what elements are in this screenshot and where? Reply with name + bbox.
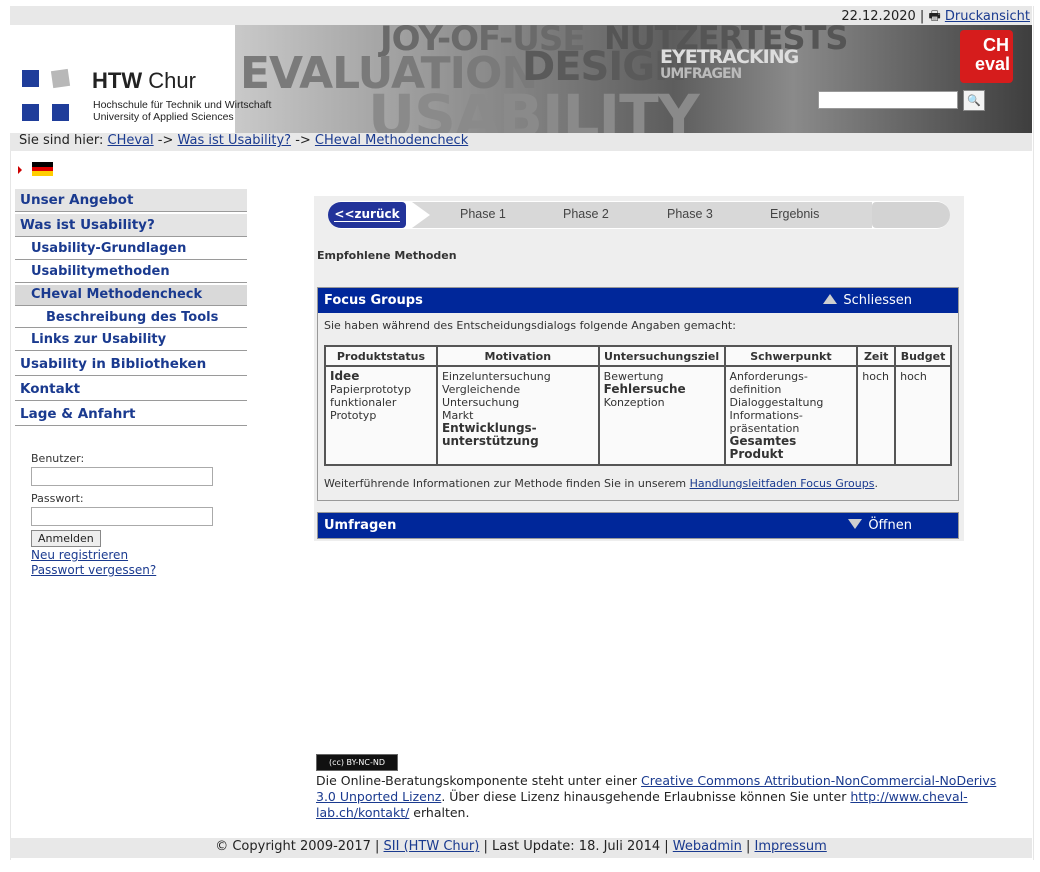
username-label: Benutzer: xyxy=(31,452,85,465)
breadcrumb-item[interactable]: Was ist Usability? xyxy=(178,133,292,148)
banner-word-eyetracking: EYETRACKING xyxy=(660,46,799,68)
impressum-link[interactable]: Impressum xyxy=(755,839,827,854)
panel-header[interactable]: Umfragen Öffnen xyxy=(318,513,958,538)
breadcrumb: Sie sind hier: CHeval -> Was ist Usabili… xyxy=(10,133,1032,151)
search-icon[interactable]: 🔍 xyxy=(963,90,985,111)
triangle-up-icon xyxy=(823,294,838,304)
panel-header[interactable]: Focus Groups Schliessen xyxy=(318,288,958,313)
copyright-text: © Copyright 2009-2017 | xyxy=(215,839,380,854)
panel-body: Sie haben während des Entscheidungsdialo… xyxy=(318,313,958,500)
table-cell-zeit: hoch xyxy=(856,365,897,466)
panel-title: Umfragen xyxy=(324,518,397,533)
sidebar-nav: Unser Angebot Was ist Usability? Usabili… xyxy=(15,189,247,428)
nav-item-usability-in-bibliotheken[interactable]: Usability in Bibliotheken xyxy=(15,353,247,376)
header-banner: JOY-OF-USE NUTZERTESTS EVALUATION DESIGN… xyxy=(10,25,1032,133)
htw-logo-square xyxy=(22,104,39,121)
table-header: Schwerpunkt xyxy=(723,345,859,367)
htw-logo-square xyxy=(52,104,69,121)
table-cell-untersuchungsziel: Bewertung Fehlersuche Konzeption xyxy=(597,365,726,466)
method-panel-focus-groups: Focus Groups Schliessen Sie haben währen… xyxy=(317,287,959,501)
chevron-right-icon xyxy=(854,202,872,228)
breadcrumb-item[interactable]: CHeval Methodencheck xyxy=(315,133,468,148)
table-header: Produktstatus xyxy=(324,345,438,367)
cc-license-badge[interactable]: (cc) BY-NC-ND xyxy=(316,754,398,771)
cheval-logo[interactable]: CH eval xyxy=(960,30,1013,83)
nav-item-unser-angebot[interactable]: Unser Angebot xyxy=(15,189,247,212)
phase-endcap xyxy=(872,202,950,228)
password-label: Passwort: xyxy=(31,492,84,505)
banner-word-umfragen: UMFRAGEN xyxy=(660,66,742,82)
panel-intro: Sie haben während des Entscheidungsdialo… xyxy=(324,319,736,332)
table-cell-produktstatus: Idee Papierprototyp funktionaler Prototy… xyxy=(324,365,438,466)
nav-item-links-zur-usability[interactable]: Links zur Usability xyxy=(15,330,247,351)
banner-word-usability: USABILITY xyxy=(368,82,700,133)
table-cell-motivation: Einzeluntersuchung Vergleichende Untersu… xyxy=(435,365,600,466)
collapse-toggle[interactable]: Schliessen xyxy=(823,288,912,313)
last-update-text: | Last Update: 18. Juli 2014 | xyxy=(479,839,673,854)
breadcrumb-prefix: Sie sind hier: xyxy=(19,133,104,148)
table-header: Untersuchungsziel xyxy=(597,345,726,367)
nav-item-lage-anfahrt[interactable]: Lage & Anfahrt xyxy=(15,403,247,426)
method-panel-umfragen: Umfragen Öffnen xyxy=(317,512,959,539)
nav-item-kontakt[interactable]: Kontakt xyxy=(15,378,247,401)
forgot-password-link[interactable]: Passwort vergessen? xyxy=(31,563,156,577)
german-flag-icon[interactable] xyxy=(32,162,53,176)
table-header: Zeit xyxy=(856,345,897,367)
panel-more-info: Weiterführende Informationen zur Methode… xyxy=(324,477,878,490)
panel-title: Focus Groups xyxy=(324,293,423,308)
nav-item-usabilitymethoden[interactable]: Usabilitymethoden xyxy=(15,262,247,283)
breadcrumb-item[interactable]: CHeval xyxy=(108,133,154,148)
password-field[interactable] xyxy=(31,507,213,526)
login-form: Benutzer: Passwort: Anmelden Neu registr… xyxy=(31,452,213,577)
nav-item-beschreibung-des-tools[interactable]: Beschreibung des Tools xyxy=(15,308,247,328)
printer-icon: 🖶 xyxy=(928,9,941,24)
arrow-right-icon xyxy=(18,166,22,174)
table-header: Motivation xyxy=(435,345,600,367)
register-link[interactable]: Neu registrieren xyxy=(31,548,128,562)
step-phase-2: Phase 2 xyxy=(563,207,609,221)
htw-logo-subtitle: Hochschule für Technik und Wirtschaft Un… xyxy=(93,99,272,123)
htw-logo-square xyxy=(22,70,39,87)
footer-bar: © Copyright 2009-2017 | SII (HTW Chur) |… xyxy=(10,838,1032,858)
htw-logo-text[interactable]: HTW Chur xyxy=(92,68,196,94)
triangle-down-icon xyxy=(848,519,863,529)
step-ergebnis: Ergebnis xyxy=(770,207,820,221)
table-cell-schwerpunkt: Anforderungs- definition Dialoggestaltun… xyxy=(723,365,859,466)
license-note: (cc) BY-NC-ND Die Online-Beratungskompon… xyxy=(316,754,1016,821)
table-header: Budget xyxy=(894,345,952,367)
step-phase-3: Phase 3 xyxy=(667,207,713,221)
username-field[interactable] xyxy=(31,467,213,486)
back-button[interactable]: <<zurück xyxy=(328,202,406,228)
login-button[interactable]: Anmelden xyxy=(31,530,101,547)
nav-item-usability-grundlagen[interactable]: Usability-Grundlagen xyxy=(15,239,247,260)
step-phase-1: Phase 1 xyxy=(460,207,506,221)
webadmin-link[interactable]: Webadmin xyxy=(673,839,742,854)
table-cell-budget: hoch xyxy=(894,365,952,466)
phase-stepper: <<zurück Phase 1 Phase 2 Phase 3 Ergebni… xyxy=(328,201,950,229)
top-bar: 22.12.2020 | 🖶 Druckansicht xyxy=(10,6,1032,25)
print-view-link[interactable]: Druckansicht xyxy=(945,9,1030,24)
breadcrumb-separator: -> xyxy=(157,133,174,148)
recommended-methods-heading: Empfohlene Methoden xyxy=(317,249,457,262)
current-date: 22.12.2020 xyxy=(841,9,916,24)
htw-logo-square-grey xyxy=(50,68,71,89)
guide-focus-groups-link[interactable]: Handlungsleitfaden Focus Groups xyxy=(690,477,875,490)
nav-item-cheval-methodencheck[interactable]: CHeval Methodencheck xyxy=(15,285,247,306)
search-input[interactable] xyxy=(818,91,958,109)
expand-toggle[interactable]: Öffnen xyxy=(848,513,912,538)
criteria-table: Produktstatus Motivation Untersuchungszi… xyxy=(324,345,952,466)
chevron-right-icon xyxy=(412,202,430,228)
top-separator: | xyxy=(919,9,925,24)
nav-item-was-ist-usability[interactable]: Was ist Usability? xyxy=(15,214,247,237)
breadcrumb-separator: -> xyxy=(295,133,311,148)
sii-link[interactable]: SII (HTW Chur) xyxy=(384,839,480,854)
